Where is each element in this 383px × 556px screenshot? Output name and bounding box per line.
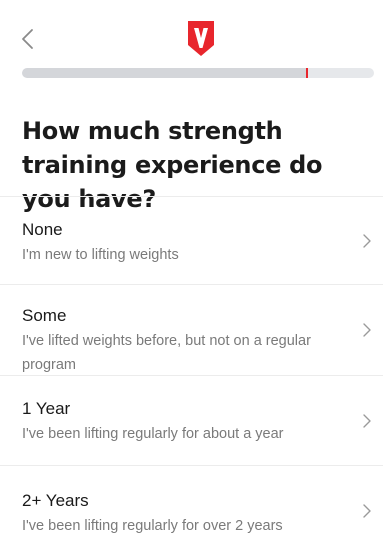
chevron-right-icon (361, 412, 373, 430)
option-2-plus-years[interactable]: 2+ Years I've been lifting regularly for… (0, 466, 383, 556)
progress-bar (22, 68, 374, 78)
option-title: 1 Year (22, 399, 71, 418)
option-description: I'm new to lifting weights (22, 247, 179, 263)
option-title: Some (22, 306, 67, 325)
option-some[interactable]: Some I've lifted weights before, but not… (0, 285, 383, 376)
progress-marker (306, 68, 309, 78)
chevron-right-icon (361, 502, 373, 520)
option-1-year[interactable]: 1 Year I've been lifting regularly for a… (0, 376, 383, 466)
option-title: 2+ Years (22, 491, 89, 510)
progress-fill (22, 68, 308, 78)
options-list: None I'm new to lifting weights Some I'v… (0, 196, 383, 556)
brand-logo (186, 18, 216, 58)
chevron-right-icon (361, 232, 373, 250)
option-title: None (22, 220, 63, 239)
header (0, 0, 383, 62)
v-shield-logo (188, 21, 214, 56)
option-description: I've lifted weights before, but not on a… (22, 333, 311, 373)
option-none[interactable]: None I'm new to lifting weights (0, 197, 383, 285)
chevron-left-icon (22, 29, 33, 49)
chevron-right-icon (361, 321, 373, 339)
option-description: I've been lifting regularly for over 2 y… (22, 518, 283, 534)
back-button[interactable] (18, 24, 40, 54)
option-description: I've been lifting regularly for about a … (22, 426, 284, 442)
